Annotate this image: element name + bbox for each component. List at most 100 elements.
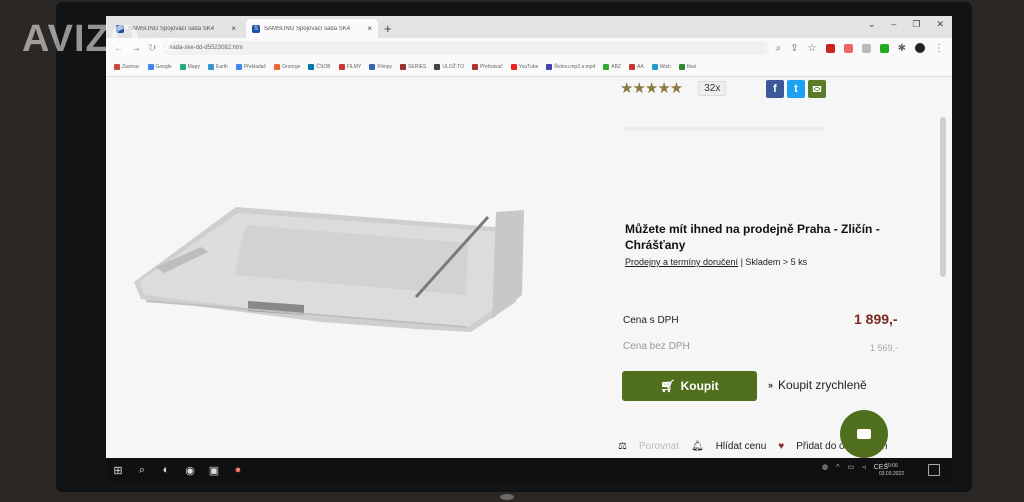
stores-delivery-link[interactable]: Prodejny a termíny doručení [625,257,738,267]
bookmark-item[interactable]: Earth [207,64,228,70]
bookmark-label: YouTube [518,64,539,70]
tray-chevron-icon[interactable]: ^ [836,464,839,471]
watch-price-link[interactable]: Hlídat cenu [716,441,767,452]
close-window-icon[interactable]: ✕ [936,19,944,30]
review-count[interactable]: 32x [698,80,727,96]
zoom-icon[interactable]: ⌕ [776,43,782,54]
bookmark-item[interactable]: ABZ [603,64,621,70]
address-bar-row: ← → ↻ sada-ske-dd-d5523082.htm ⌕ ⇪ ☆ ✱ ⋮ [106,38,952,58]
volume-icon[interactable]: ◃ [862,463,866,471]
bookmark-favicon-icon [603,64,610,70]
bookmark-favicon-icon [308,64,315,70]
bookmark-favicon-icon [629,64,636,70]
compare-icon: ⚖ [618,441,627,452]
bookmark-item[interactable]: YouTube [510,64,539,70]
network-icon[interactable]: ▭ [847,463,854,471]
chat-bubble-icon [857,429,871,439]
chevron-down-icon[interactable]: ⌄ [868,19,876,30]
bookmark-item[interactable]: ČSOB [308,64,331,70]
address-input[interactable]: sada-ske-dd-d5523082.htm [163,41,769,55]
product-rating: ★★★★★ 32x [620,79,727,97]
bookmark-item[interactable]: Google [147,64,172,70]
search-icon[interactable]: ⌕ [130,458,154,482]
share-buttons: f t ✉ [766,80,826,98]
bookmark-item[interactable]: Přehrávač [471,64,503,70]
extension-green-icon[interactable] [879,43,889,53]
compare-link[interactable]: Porovnat [639,441,679,452]
buy-button[interactable]: 🛒︎ Koupit [622,371,757,401]
watermark-suffix: .cz [140,30,176,57]
browser-tab-2[interactable]: S SAMSUNG Spojovací sada SK4 × [246,19,378,38]
bookmark-label: Kiwi [686,64,696,70]
minimize-icon[interactable]: – [891,19,896,30]
bookmark-star-icon[interactable]: ☆ [808,43,817,54]
notification-center-icon[interactable] [928,464,940,476]
email-share-button[interactable]: ✉ [808,80,826,98]
extension-icons: ⌕ ⇪ ☆ ✱ ⋮ [776,43,944,54]
extension-red-icon[interactable] [825,43,835,53]
bookmark-favicon-icon [471,64,478,70]
windows-start-icon[interactable]: ⊞ [106,458,130,482]
maximize-icon[interactable]: ❐ [912,19,920,30]
profile-avatar-icon[interactable] [915,43,925,53]
stock-status: | Skladem > 5 ks [738,257,808,267]
browser-tab-strip: S SAMSUNG Spojovací sada SK4 × S SAMSUNG… [106,16,952,38]
price-net-value: 1 569,- [870,343,899,353]
share-page-icon[interactable]: ⇪ [790,43,798,54]
bookmark-label: Mapy [187,64,200,70]
bookmark-favicon-icon [235,64,242,70]
quick-buy-button[interactable]: » Koupit zrychleně [768,378,867,392]
bookmark-item[interactable]: Řeknu.mp3 a mp4 [546,64,595,70]
bookmark-item[interactable]: FILMY [338,64,362,70]
page-scrollbar[interactable] [940,117,946,277]
extension-opera-icon[interactable] [843,43,853,53]
close-tab-icon[interactable]: × [231,24,236,33]
bookmark-favicon-icon [179,64,186,70]
facebook-share-button[interactable]: f [766,80,784,98]
product-image [134,207,524,332]
bookmark-item[interactable]: Mapy [179,64,200,70]
bookmark-item[interactable]: Filmpy [369,64,392,70]
bookmark-favicon-icon [207,64,214,70]
chat-widget-button[interactable] [840,410,888,458]
double-chevron-icon: » [768,380,774,390]
bookmark-label: Filmpy [377,64,393,70]
bookmark-label: FILMY [346,64,362,70]
taskbar-clock[interactable]: 10:06 03.03.2022 [879,462,904,478]
menu-dots-icon[interactable]: ⋮ [934,43,944,54]
task-view-icon[interactable]: ◐ [154,458,178,482]
tray-app-icon[interactable]: ◍ [822,463,828,471]
bookmark-label: Wish [659,64,671,70]
firefox-taskbar-icon[interactable]: ● [226,458,250,482]
bookmark-label: Překladač [243,64,267,70]
puzzle-icon[interactable]: ✱ [898,43,906,54]
bookmark-item[interactable]: Groorge [274,64,300,70]
app-taskbar-icon[interactable]: ▣ [202,458,226,482]
rating-stars-icon: ★★★★★ [620,80,683,97]
bookmark-item[interactable]: ULOŽ.TO [434,64,464,70]
bookmark-favicon-icon [510,64,517,70]
bookmark-favicon-icon [369,64,376,70]
bookmark-favicon-icon [434,64,441,70]
extension-gray-icon[interactable] [861,43,871,53]
availability-info: Prodejny a termíny doručení | Skladem > … [625,257,807,267]
bookmark-label: Earth [215,64,228,70]
bookmark-label: AA [637,64,644,70]
bookmark-item[interactable]: Wish [651,64,671,70]
twitter-share-button[interactable]: t [787,80,805,98]
new-tab-icon[interactable]: + [384,21,392,36]
faded-text-line [624,127,824,131]
bookmark-item[interactable]: AA [629,64,644,70]
windows-taskbar: ⊞ ⌕ ◐ ◉ ▣ ● ◍ ^ ▭ ◃ CES 10:06 03.03.2022 [106,458,952,482]
bookmark-item[interactable]: SERIES [400,64,426,70]
product-page: ★★★★★ 32x f t ✉ Můžete mít ihned na prod… [106,77,952,458]
clock-date: 03.03.2022 [878,471,904,477]
bookmark-favicon-icon [651,64,658,70]
chrome-taskbar-icon[interactable]: ◉ [178,458,202,482]
close-tab-icon[interactable]: × [367,24,372,33]
bookmark-label: Přehrávač [479,64,503,70]
bookmark-item[interactable]: Překladač [235,64,267,70]
price-value: 1 899,- [854,311,898,327]
bookmark-item[interactable]: Kiwi [678,64,696,70]
bookmark-item[interactable]: Zavinac [114,64,140,70]
